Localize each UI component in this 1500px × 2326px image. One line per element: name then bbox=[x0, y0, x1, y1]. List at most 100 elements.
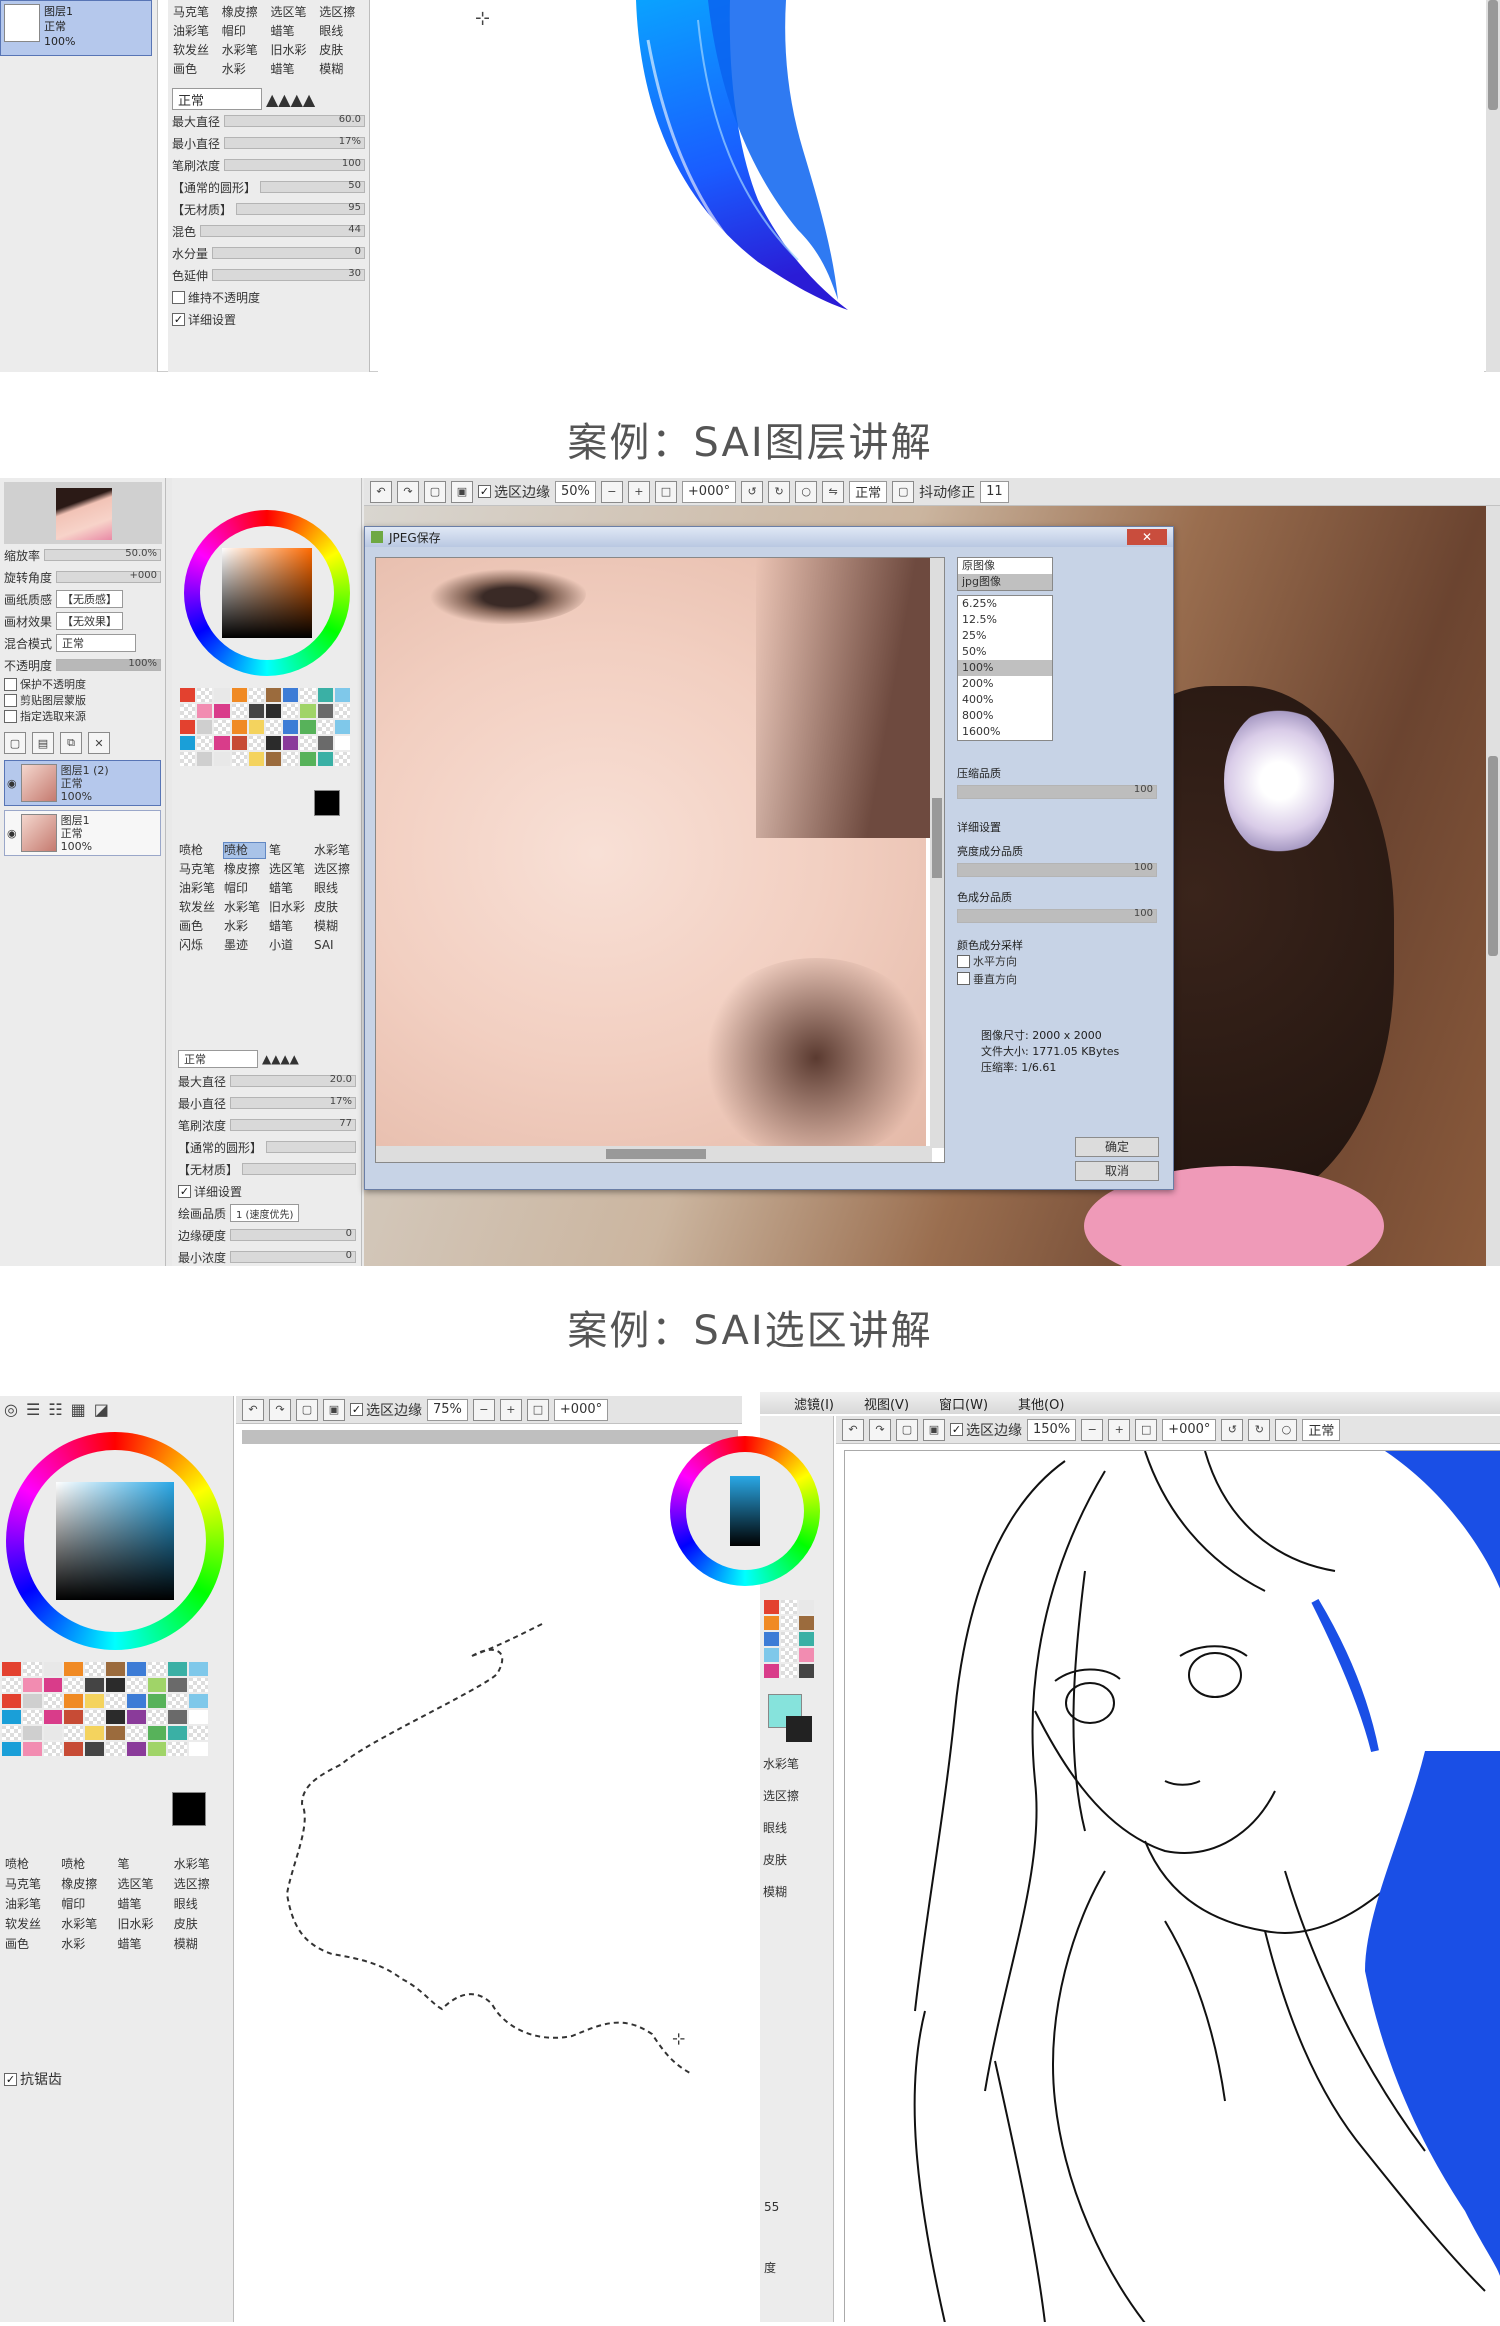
color-swatch[interactable] bbox=[105, 1662, 125, 1676]
tool-SAI[interactable]: SAI bbox=[313, 937, 356, 954]
color-swatch[interactable] bbox=[764, 1648, 780, 1662]
rotate-left-icon[interactable]: ↺ bbox=[1221, 1418, 1244, 1441]
rotate-left-icon[interactable]: ↺ bbox=[741, 480, 764, 503]
color-swatch[interactable] bbox=[105, 1694, 125, 1708]
color-swatch[interactable] bbox=[265, 704, 282, 718]
color-swatch[interactable] bbox=[283, 736, 299, 750]
color-swatch[interactable] bbox=[781, 1616, 797, 1630]
tool-水彩[interactable]: 水彩 bbox=[60, 1936, 113, 1953]
color-swatch[interactable] bbox=[231, 688, 247, 702]
tool-油彩笔[interactable]: 油彩笔 bbox=[172, 23, 219, 40]
color-swatch[interactable] bbox=[22, 1662, 42, 1676]
horizontal-checkbox[interactable]: 水平方向 bbox=[957, 953, 1017, 969]
tool-选区笔[interactable]: 选区笔 bbox=[270, 4, 317, 21]
color-swatch[interactable] bbox=[43, 1710, 63, 1724]
color-swatch[interactable] bbox=[231, 704, 247, 718]
color-swatch[interactable] bbox=[105, 1726, 125, 1740]
deselect-icon[interactable]: ▢ bbox=[296, 1398, 318, 1421]
color-swatch[interactable] bbox=[126, 1662, 146, 1676]
zoom-level-item[interactable]: 6.25% bbox=[958, 596, 1052, 612]
tool-水彩笔[interactable]: 水彩笔 bbox=[223, 899, 266, 916]
param-row[interactable]: 最大直径 60.0 bbox=[172, 110, 365, 132]
tool-选区擦[interactable]: 选区擦 bbox=[313, 861, 356, 878]
color-swatch[interactable] bbox=[105, 1710, 125, 1724]
zoom-out-icon[interactable]: − bbox=[1081, 1418, 1104, 1441]
color-swatch[interactable] bbox=[64, 1662, 84, 1676]
checkbox[interactable] bbox=[4, 693, 17, 707]
tool-软发丝[interactable]: 软发丝 bbox=[172, 42, 219, 59]
ok-button[interactable]: 确定 bbox=[1075, 1137, 1159, 1157]
color-swatch[interactable] bbox=[168, 1662, 188, 1676]
detail-settings-row[interactable]: ✓ 详细设置 bbox=[178, 1180, 356, 1202]
zoom-in-icon[interactable]: + bbox=[1108, 1418, 1131, 1441]
color-swatch[interactable] bbox=[265, 720, 282, 734]
zoom-level-item[interactable]: 100% bbox=[958, 660, 1052, 676]
color-swatch[interactable] bbox=[197, 736, 213, 750]
color-swatch[interactable] bbox=[265, 752, 282, 766]
zoom-select[interactable]: 50% bbox=[555, 480, 596, 503]
current-color[interactable] bbox=[172, 1792, 206, 1826]
menu-item[interactable]: 窗口(W) bbox=[939, 1394, 988, 1413]
color-swatch[interactable] bbox=[248, 752, 264, 766]
color-swatch[interactable] bbox=[300, 688, 316, 702]
menu-item[interactable]: 滤镜(I) bbox=[794, 1394, 834, 1413]
scratch-pad-tab-icon[interactable]: ◪ bbox=[94, 1400, 109, 1419]
color-swatch[interactable] bbox=[781, 1632, 797, 1646]
zoom-out-icon[interactable]: − bbox=[472, 1398, 495, 1421]
rotate-right-icon[interactable]: ↻ bbox=[1248, 1418, 1271, 1441]
layer-item[interactable]: ◉ 图层1 (2) 正常 100% bbox=[4, 760, 161, 806]
detail-settings-row[interactable]: ✓ 详细设置 bbox=[172, 308, 365, 330]
tool-油彩笔[interactable]: 油彩笔 bbox=[4, 1896, 57, 1913]
keep-opacity-row[interactable]: 维持不透明度 bbox=[172, 286, 365, 308]
color-swatch[interactable] bbox=[798, 1648, 814, 1662]
tool-选区擦[interactable]: 选区擦 bbox=[762, 1788, 822, 1820]
tool-帽印[interactable]: 帽印 bbox=[60, 1896, 113, 1913]
color-swatch[interactable] bbox=[43, 1726, 63, 1740]
zoom-level-item[interactable]: 1600% bbox=[958, 724, 1052, 740]
color-swatch[interactable] bbox=[798, 1600, 814, 1614]
color-swatch[interactable] bbox=[214, 736, 230, 750]
color-swatch[interactable] bbox=[231, 752, 247, 766]
zoom-out-icon[interactable]: − bbox=[600, 480, 623, 503]
layer-option-checkbox[interactable]: 指定选取来源 bbox=[4, 708, 161, 724]
color-swatch[interactable] bbox=[197, 688, 213, 702]
blend-mode-select[interactable]: 正常 bbox=[849, 480, 888, 503]
hsv-slider-tab-icon[interactable]: ☷ bbox=[48, 1400, 62, 1419]
color-swatch[interactable] bbox=[197, 720, 213, 734]
blend-mode-row[interactable]: 正常 ▲▲▲▲ bbox=[178, 1048, 356, 1070]
color-swatch[interactable] bbox=[764, 1664, 780, 1678]
color-swatch[interactable] bbox=[180, 736, 196, 750]
color-swatch[interactable] bbox=[168, 1710, 188, 1724]
tool-软发丝[interactable]: 软发丝 bbox=[178, 899, 221, 916]
param-slider[interactable] bbox=[266, 1141, 356, 1153]
tool-蜡笔[interactable]: 蜡笔 bbox=[117, 1936, 170, 1953]
vertical-checkbox[interactable]: 垂直方向 bbox=[957, 971, 1017, 987]
color-swatch[interactable] bbox=[2, 1742, 21, 1756]
color-swatch[interactable] bbox=[214, 704, 230, 718]
tool-旧水彩[interactable]: 旧水彩 bbox=[268, 899, 311, 916]
selection-edge-toggle[interactable]: ✓ 选区边缘 bbox=[950, 1420, 1022, 1440]
tool-帽印[interactable]: 帽印 bbox=[221, 23, 268, 40]
tool-水彩笔[interactable]: 水彩笔 bbox=[173, 1856, 226, 1873]
color-swatch[interactable] bbox=[180, 720, 196, 734]
rotate-reset-icon[interactable]: ○ bbox=[1275, 1418, 1298, 1441]
color-swatch[interactable] bbox=[300, 752, 316, 766]
color-swatch[interactable] bbox=[2, 1662, 21, 1676]
tool-橡皮擦[interactable]: 橡皮擦 bbox=[221, 4, 268, 21]
blend-mode-select[interactable]: 正常 bbox=[172, 88, 262, 110]
color-swatch[interactable] bbox=[126, 1678, 146, 1692]
rotate-reset-icon[interactable]: ○ bbox=[795, 480, 818, 503]
param-slider[interactable]: 50.0% bbox=[44, 548, 161, 561]
undo-icon[interactable]: ↶ bbox=[370, 480, 392, 503]
tool-墨迹[interactable]: 墨迹 bbox=[223, 937, 266, 954]
color-swatch[interactable] bbox=[22, 1726, 42, 1740]
tool-选区擦[interactable]: 选区擦 bbox=[318, 4, 365, 21]
color-swatch[interactable] bbox=[231, 720, 247, 734]
color-swatch[interactable] bbox=[283, 752, 299, 766]
layer-item[interactable]: 图层1 正常 100% bbox=[0, 0, 152, 56]
tool-蜡笔[interactable]: 蜡笔 bbox=[270, 61, 317, 78]
chroma-slider[interactable]: 100 bbox=[957, 908, 1157, 923]
color-swatch[interactable] bbox=[798, 1616, 814, 1630]
color-swatch[interactable] bbox=[798, 1632, 814, 1646]
color-swatch[interactable] bbox=[248, 704, 264, 718]
